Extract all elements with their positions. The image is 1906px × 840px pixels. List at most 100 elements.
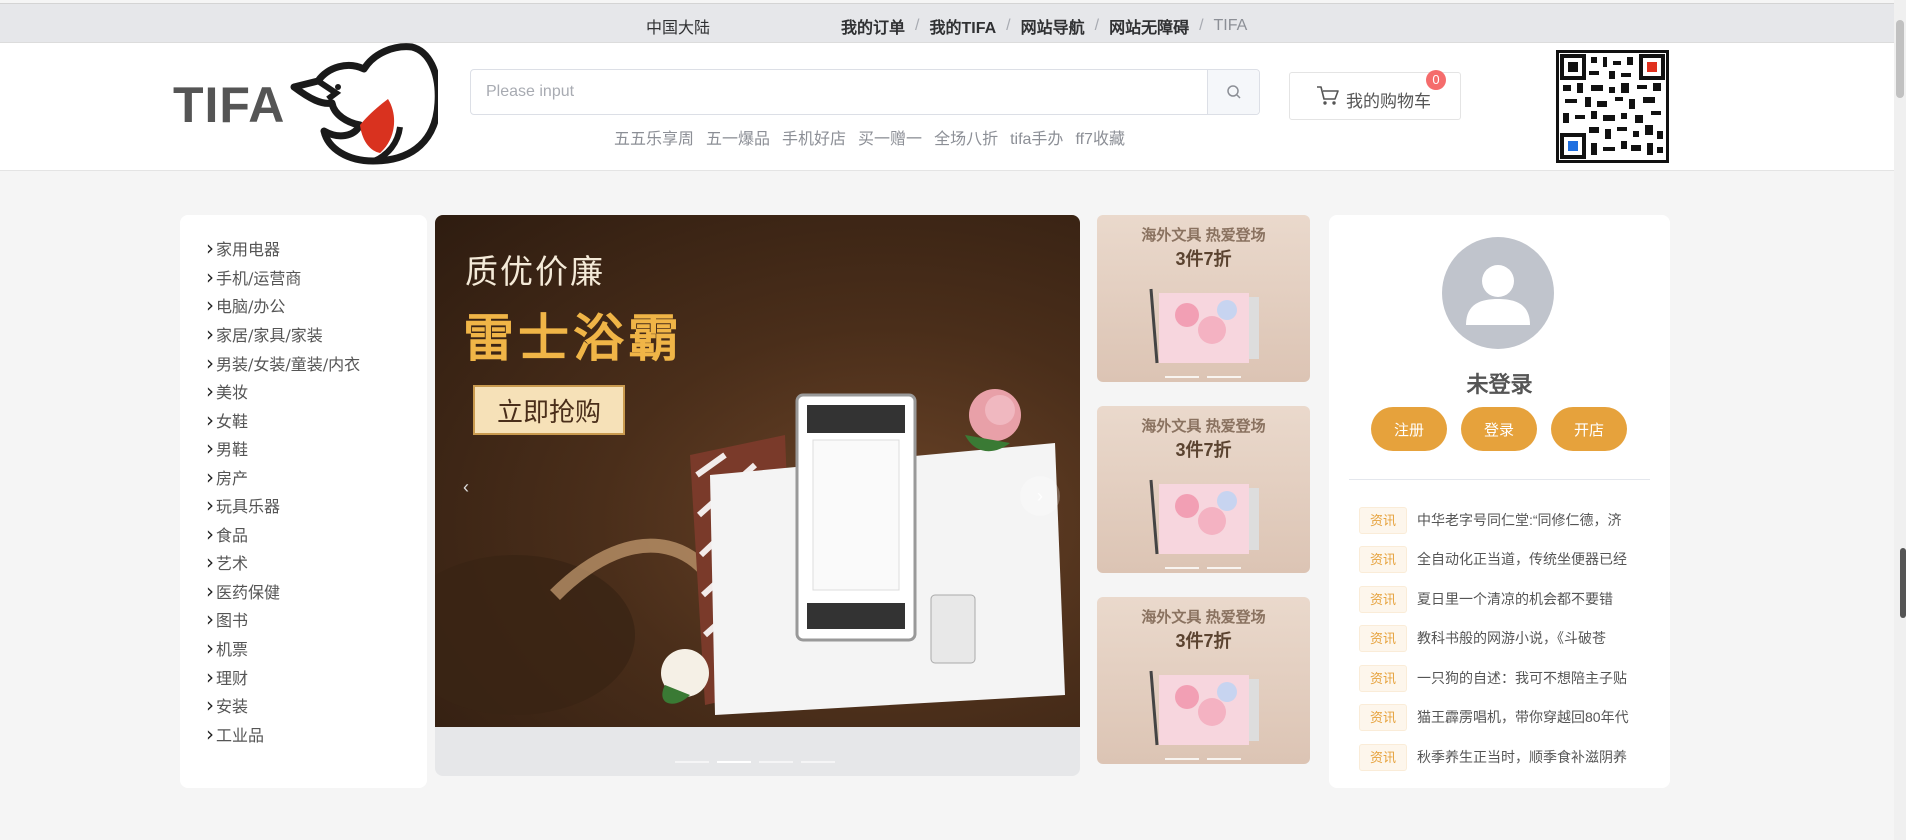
carousel-prev-arrow[interactable]: ‹	[463, 477, 469, 498]
carousel-dot-active[interactable]	[717, 761, 751, 763]
chevron-right-icon: ›	[206, 693, 214, 717]
category-item[interactable]: › 手机/运营商	[206, 265, 301, 289]
category-item[interactable]: › 安装	[206, 693, 248, 717]
news-item[interactable]: 资讯 全自动化正当道，传统坐便器已经	[1359, 545, 1659, 573]
buy-now-button[interactable]: 立即抢购	[473, 385, 625, 435]
category-item[interactable]: › 医药保健	[206, 579, 280, 603]
category-label: 男装/女装/童装/内衣	[216, 355, 361, 374]
hotword-link[interactable]: 五一爆品	[706, 125, 770, 149]
category-item[interactable]: › 艺术	[206, 550, 248, 574]
news-title: 中华老字号同仁堂:“同修仁德，济	[1417, 512, 1622, 528]
link-my-orders[interactable]: 我的订单	[841, 14, 905, 38]
user-panel: 未登录 注册 登录 开店 资讯 中华老字号同仁堂:“同修仁德，济 资讯 全自动化正当…	[1329, 215, 1670, 788]
promo-dot[interactable]	[1207, 567, 1241, 569]
divider	[1349, 479, 1650, 480]
banner-slide[interactable]: 质优价廉 雷士浴霸 立即抢购 ‹ ›	[435, 215, 1080, 727]
category-item[interactable]: › 食品	[206, 522, 248, 546]
news-item[interactable]: 资讯 教科书般的网游小说，《斗破苍	[1359, 624, 1659, 652]
search-bar	[470, 69, 1260, 115]
news-tag: 资讯	[1359, 545, 1407, 573]
side-handle[interactable]	[1900, 548, 1906, 618]
link-site-nav[interactable]: 网站导航	[1021, 14, 1085, 38]
promo-dot[interactable]	[1165, 376, 1199, 378]
category-label: 工业品	[216, 726, 265, 745]
news-item[interactable]: 资讯 猫王霹雳唱机，带你穿越回80年代	[1359, 703, 1659, 731]
open-store-button[interactable]: 开店	[1551, 407, 1627, 451]
hotword-link[interactable]: ff7收藏	[1075, 125, 1125, 149]
qr-code-icon	[1560, 54, 1665, 159]
region-selector[interactable]: 中国大陆	[646, 14, 710, 38]
carousel-next-arrow[interactable]: ›	[1020, 476, 1060, 516]
link-my-tifa[interactable]: 我的TIFA	[929, 14, 996, 38]
news-item[interactable]: 资讯 夏日里一个清凉的机会都不要错	[1359, 585, 1659, 613]
carousel-dot[interactable]	[675, 761, 709, 763]
category-item[interactable]: › 家用电器	[206, 236, 280, 260]
user-actions: 注册 登录 开店	[1371, 407, 1627, 451]
link-accessibility[interactable]: 网站无障碍	[1109, 14, 1189, 38]
hotword-link[interactable]: 全场八折	[934, 125, 998, 149]
login-button[interactable]: 登录	[1461, 407, 1537, 451]
logo-text[interactable]: TIFA	[173, 76, 285, 134]
carousel-dot[interactable]	[801, 761, 835, 763]
link-tifa[interactable]: TIFA	[1214, 17, 1248, 35]
separator: /	[1094, 17, 1100, 34]
category-item[interactable]: › 玩具乐器	[206, 493, 280, 517]
category-item[interactable]: › 男鞋	[206, 436, 248, 460]
avatar[interactable]	[1442, 237, 1554, 349]
category-item[interactable]: › 男装/女装/童装/内衣	[206, 351, 360, 375]
category-item[interactable]: › 家居/家具/家装	[206, 322, 323, 346]
news-item[interactable]: 资讯 秋季养生正当时，顺季食补滋阴养	[1359, 743, 1659, 771]
category-item[interactable]: › 机票	[206, 636, 248, 660]
chevron-right-icon: ›	[206, 236, 214, 260]
search-button[interactable]	[1207, 70, 1259, 114]
scrollbar-thumb[interactable]	[1896, 20, 1904, 98]
promo-indicators	[1165, 758, 1241, 760]
hotword-link[interactable]: 五五乐享周	[614, 125, 694, 149]
category-label: 玩具乐器	[216, 497, 281, 516]
promo-dot[interactable]	[1207, 376, 1241, 378]
promo-card[interactable]: 海外文具 热爱登场 3件7折	[1097, 597, 1310, 764]
category-item[interactable]: › 房产	[206, 465, 248, 489]
chevron-right-icon: ›	[206, 408, 214, 432]
chevron-right-icon: ›	[206, 636, 214, 660]
news-tag: 资讯	[1359, 585, 1407, 613]
hotword-link[interactable]: tifa手办	[1010, 125, 1063, 149]
category-label: 男鞋	[216, 440, 249, 459]
category-item[interactable]: › 理财	[206, 665, 248, 689]
category-panel: › 家用电器 › 手机/运营商 › 电脑/办公 › 家居/家具/家装 › 男装/女装/童装…	[180, 215, 427, 788]
top-links: 我的订单 / 我的TIFA / 网站导航 / 网站无障碍 / TIFA	[841, 14, 1247, 38]
register-button[interactable]: 注册	[1371, 407, 1447, 451]
news-tag: 资讯	[1359, 703, 1407, 731]
hotword-link[interactable]: 手机好店	[782, 125, 846, 149]
promo-dot[interactable]	[1207, 758, 1241, 760]
category-label: 房产	[216, 469, 249, 488]
promo-card[interactable]: 海外文具 热爱登场 3件7折	[1097, 406, 1310, 573]
category-item[interactable]: › 美妆	[206, 379, 248, 403]
hotword-link[interactable]: 买一赠一	[858, 125, 922, 149]
category-item[interactable]: › 图书	[206, 607, 248, 631]
carousel-dot[interactable]	[759, 761, 793, 763]
search-input[interactable]	[471, 70, 1207, 114]
fox-logo-icon[interactable]	[288, 43, 438, 171]
news-item[interactable]: 资讯 中华老字号同仁堂:“同修仁德，济	[1359, 506, 1659, 534]
category-label: 安装	[216, 697, 249, 716]
cart-icon	[1317, 86, 1339, 105]
category-label: 家用电器	[216, 240, 281, 259]
category-item[interactable]: › 工业品	[206, 722, 264, 746]
category-label: 食品	[216, 526, 249, 545]
chevron-right-icon: ›	[206, 579, 214, 603]
banner-carousel: 质优价廉 雷士浴霸 立即抢购 ‹ ›	[435, 215, 1080, 776]
cart-button[interactable]: 我的购物车 0	[1289, 70, 1461, 120]
category-item[interactable]: › 电脑/办公	[206, 293, 285, 317]
news-item[interactable]: 资讯 一只狗的自述：我可不想陪主子贴	[1359, 664, 1659, 692]
promo-dot[interactable]	[1165, 567, 1199, 569]
separator: /	[1199, 17, 1204, 34]
qr-code	[1556, 50, 1669, 163]
category-item[interactable]: › 女鞋	[206, 408, 248, 432]
promo-card[interactable]: 海外文具 热爱登场 3件7折	[1097, 215, 1310, 382]
promo-dot[interactable]	[1165, 758, 1199, 760]
scrollbar[interactable]	[1894, 0, 1906, 840]
category-label: 图书	[216, 611, 249, 630]
chevron-right-icon: ›	[206, 550, 214, 574]
category-label: 电脑/办公	[216, 297, 286, 316]
